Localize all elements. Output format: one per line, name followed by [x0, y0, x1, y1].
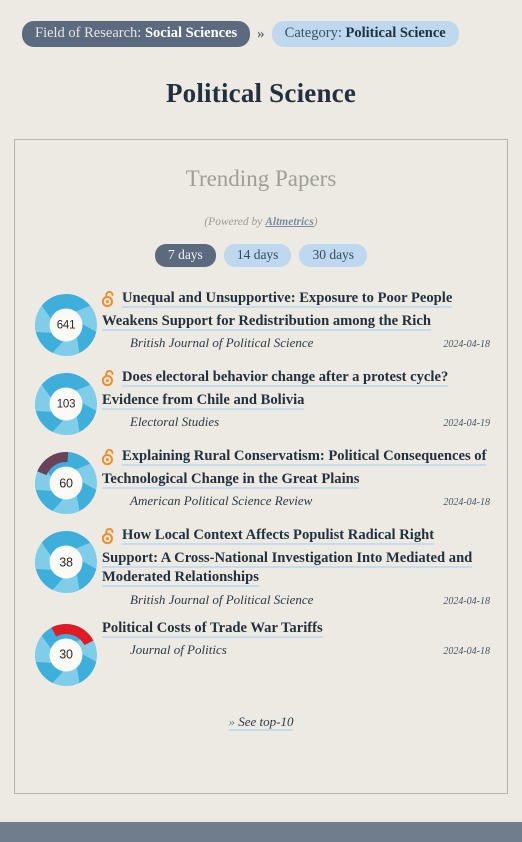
day-filter-30-days[interactable]: 30 days: [299, 244, 368, 267]
paper-row: 30 Political Costs of Trade War Tariffs Jo…: [30, 619, 492, 687]
powered-prefix: (Powered by: [204, 216, 266, 228]
paper-meta: British Journal of Political Science 2024…: [102, 335, 490, 351]
see-top-10-chevron-icon: »: [228, 713, 236, 729]
altmetric-badge-cell: 30: [30, 619, 102, 687]
altmetric-donut-icon[interactable]: 30: [34, 623, 98, 687]
altmetric-badge-cell: 60: [30, 447, 102, 515]
paper-date: 2024-04-18: [443, 646, 490, 657]
paper-title-line: Political Costs of Trade War Tariffs: [102, 619, 490, 639]
breadcrumb-category-label: Category:: [284, 25, 342, 41]
breadcrumb: Field of Research: Social Sciences » Cat…: [0, 0, 522, 47]
altmetric-badge-cell: 641: [30, 289, 102, 357]
card-title: Trending Papers: [185, 166, 337, 191]
paper-meta: American Political Science Review 2024-04…: [102, 493, 490, 509]
altmetric-donut-icon[interactable]: 641: [34, 293, 98, 357]
altmetrics-link[interactable]: Altmetrics: [265, 216, 314, 228]
paper-title-line: Does electoral behavior change after a p…: [102, 368, 490, 410]
breadcrumb-field-value: Social Sciences: [144, 25, 238, 41]
paper-date: 2024-04-18: [443, 339, 490, 350]
altmetric-donut-icon[interactable]: 103: [34, 372, 98, 436]
paper-journal: Journal of Politics: [130, 642, 227, 657]
paper-row: 60 Explaining Rural Conservatism: Politic…: [30, 447, 492, 515]
paper-title-line: Unequal and Unsupportive: Exposure to Po…: [102, 289, 490, 331]
paper-main: Explaining Rural Conservatism: Political…: [102, 447, 492, 509]
paper-title-link[interactable]: Explaining Rural Conservatism: Political…: [102, 448, 487, 489]
paper-title-line: How Local Context Affects Populist Radic…: [102, 526, 490, 588]
altmetric-donut-icon[interactable]: 60: [34, 451, 98, 515]
paper-date: 2024-04-19: [443, 418, 490, 429]
paper-title-link[interactable]: Unequal and Unsupportive: Exposure to Po…: [102, 290, 453, 331]
paper-row: 103 Does electoral behavior change after …: [30, 368, 492, 436]
day-filter-group: 7 days 14 days 30 days: [30, 244, 492, 267]
powered-by-note: (Powered by Altmetrics): [30, 216, 492, 228]
breadcrumb-field-label: Field of Research:: [35, 25, 142, 41]
powered-suffix: ): [313, 216, 318, 228]
bottom-edge-bar: [0, 822, 522, 832]
paper-main: Unequal and Unsupportive: Exposure to Po…: [102, 289, 492, 351]
page-root: Field of Research: Social Sciences » Cat…: [0, 0, 522, 832]
paper-journal: American Political Science Review: [130, 493, 313, 508]
trending-papers-card: Trending Papers (Powered by Altmetrics) …: [14, 139, 508, 794]
paper-title-link[interactable]: Political Costs of Trade War Tariffs: [102, 619, 323, 638]
paper-journal: Electoral Studies: [130, 414, 220, 429]
paper-date: 2024-04-18: [443, 595, 490, 607]
paper-row: 641 Unequal and Unsupportive: Exposure to…: [30, 289, 492, 357]
see-top-10-link[interactable]: » See top-10: [228, 713, 294, 731]
breadcrumb-category[interactable]: Category: Political Science: [271, 21, 459, 47]
paper-title-link[interactable]: How Local Context Affects Populist Radic…: [102, 527, 473, 587]
paper-main: How Local Context Affects Populist Radic…: [102, 526, 492, 608]
paper-journal: British Journal of Political Science: [130, 335, 314, 350]
altmetric-score: 641: [49, 308, 83, 342]
see-top-10: » See top-10: [30, 713, 492, 731]
paper-meta: British Journal of Political Science 2024…: [102, 592, 490, 608]
altmetric-score: 38: [49, 545, 83, 579]
paper-title-line: Explaining Rural Conservatism: Political…: [102, 447, 490, 489]
breadcrumb-category-value: Political Science: [345, 25, 446, 41]
day-filter-7-days[interactable]: 7 days: [154, 244, 216, 267]
paper-meta: Journal of Politics 2024-04-18: [102, 642, 490, 658]
altmetric-badge-cell: 103: [30, 368, 102, 436]
open-access-lock-icon: [102, 290, 119, 312]
paper-main: Does electoral behavior change after a p…: [102, 368, 492, 430]
altmetric-score: 103: [49, 387, 83, 421]
paper-list: 641 Unequal and Unsupportive: Exposure to…: [30, 289, 492, 687]
paper-date: 2024-04-18: [443, 497, 490, 508]
paper-row: 38 How Local Context Affects Populist Rad…: [30, 526, 492, 608]
paper-main: Political Costs of Trade War Tariffs Jour…: [102, 619, 492, 659]
open-access-lock-icon: [102, 448, 119, 470]
breadcrumb-separator-icon: »: [257, 25, 265, 42]
page-title: Political Science: [165, 78, 357, 108]
breadcrumb-field-of-research[interactable]: Field of Research: Social Sciences: [22, 21, 251, 47]
altmetric-score: 60: [49, 466, 83, 500]
paper-meta: Electoral Studies 2024-04-19: [102, 414, 490, 430]
altmetric-donut-icon[interactable]: 38: [34, 530, 98, 594]
paper-journal: British Journal of Political Science: [130, 591, 314, 607]
see-top-10-label: See top-10: [238, 713, 294, 729]
altmetric-score: 30: [49, 638, 83, 671]
open-access-lock-icon: [102, 527, 119, 549]
day-filter-14-days[interactable]: 14 days: [223, 244, 292, 267]
altmetric-badge-cell: 38: [30, 526, 102, 594]
open-access-lock-icon: [102, 369, 119, 391]
paper-title-link[interactable]: Does electoral behavior change after a p…: [102, 369, 449, 410]
